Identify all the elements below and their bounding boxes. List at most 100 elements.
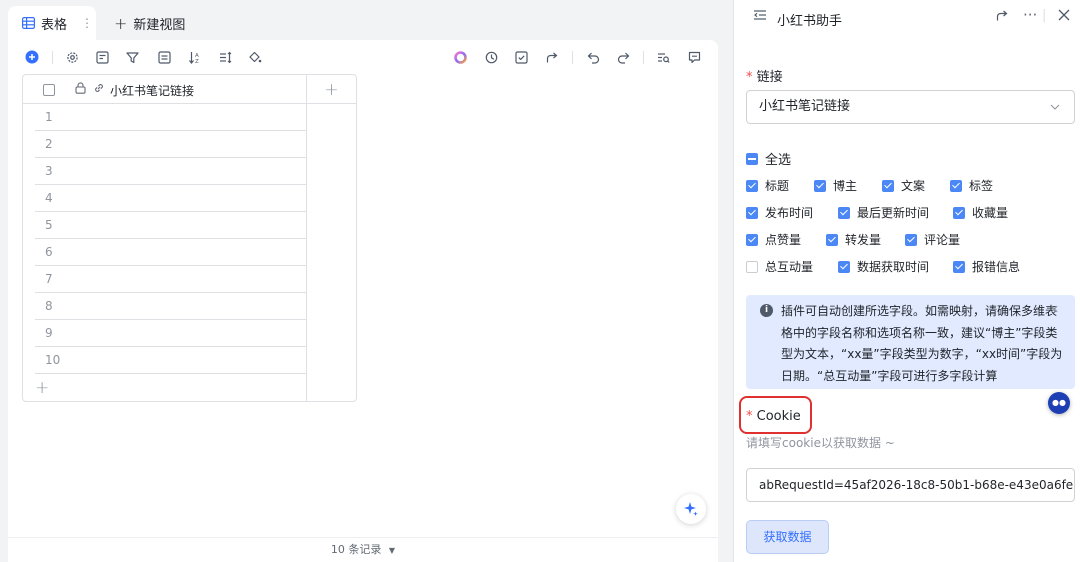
table-row[interactable]: 9 — [35, 320, 306, 347]
table-row[interactable]: 4 — [35, 185, 306, 212]
close-icon[interactable] — [1058, 9, 1070, 25]
new-view-label: 新建视图 — [133, 17, 186, 33]
tab-more-icon[interactable]: ⋮ — [81, 16, 93, 30]
field-icon[interactable] — [93, 48, 111, 66]
row-number: 1 — [45, 110, 53, 124]
row-height-icon[interactable] — [216, 48, 234, 66]
field-checkbox-title[interactable]: 标题 — [746, 177, 789, 194]
fill-color-icon[interactable] — [246, 48, 264, 66]
collapse-icon[interactable] — [753, 9, 767, 25]
assistant-bot-icon[interactable]: ●● — [1048, 392, 1070, 414]
highlight-box — [739, 396, 812, 434]
caret-down-icon: ▼ — [388, 546, 396, 555]
table-row[interactable]: 7 — [35, 266, 306, 293]
sort-icon[interactable]: AZ — [185, 48, 203, 66]
share-icon[interactable] — [996, 9, 1009, 26]
plus-icon: + — [114, 13, 128, 33]
row-number: 10 — [45, 353, 61, 367]
more-icon[interactable]: ··· — [1023, 6, 1037, 24]
filter-icon[interactable] — [123, 48, 141, 66]
add-row-button[interactable]: + — [35, 378, 49, 398]
field-checkbox-publish-time[interactable]: 发布时间 — [746, 204, 813, 221]
row-number: 9 — [45, 326, 53, 340]
lock-icon — [75, 82, 86, 97]
table-row[interactable]: 6 — [35, 239, 306, 266]
field-checkbox-shares[interactable]: 转发量 — [826, 231, 881, 248]
field-checkbox-total-interactions[interactable]: 总互动量 — [746, 258, 813, 275]
column-header-title[interactable]: 小红书笔记链接 — [110, 82, 194, 99]
row-number: 8 — [45, 299, 53, 313]
record-count: 10 条记录 — [330, 543, 382, 556]
ai-assistant-button[interactable] — [676, 494, 706, 524]
info-notice: i 插件可自动创建所选字段。如需映射，请确保多维表 格中的字段名称和选项名称一致… — [746, 295, 1075, 389]
row-number: 3 — [45, 164, 53, 178]
notice-line: 插件可自动创建所选字段。如需映射，请确保多维表 — [781, 304, 1058, 318]
table-row[interactable]: 2 — [35, 131, 306, 158]
row-number: 6 — [45, 245, 53, 259]
field-checkbox-author[interactable]: 博主 — [814, 177, 857, 194]
share-icon[interactable] — [543, 48, 561, 66]
undo-icon[interactable] — [584, 48, 602, 66]
bitable-app: 表格 ⋮ + 新建视图 A Z 小红书笔记链接 + 1 2 3 4 5 6 7 … — [0, 0, 733, 562]
svg-text:Z: Z — [195, 59, 199, 64]
panel-title: 小红书助手 — [777, 14, 843, 29]
select-all-rows-checkbox[interactable] — [43, 84, 55, 96]
column-divider — [306, 75, 307, 401]
chevron-down-icon — [1050, 91, 1060, 123]
notice-line: 格中的字段名称和选项名称一致，建议“博主”字段类 — [781, 325, 1058, 340]
data-grid: 小红书笔记链接 + 1 2 3 4 5 6 7 8 9 10 + — [22, 74, 357, 402]
link-icon — [93, 82, 105, 97]
link-label-text: 链接 — [756, 70, 783, 85]
link-field-select[interactable]: 小红书笔记链接 — [746, 90, 1075, 124]
close-icon[interactable]: ✕ — [1050, 303, 1059, 316]
table-row[interactable]: 10 — [35, 347, 306, 374]
info-icon: i — [760, 304, 773, 317]
field-checkbox-error-info[interactable]: 报错信息 — [953, 258, 1020, 275]
link-field-label: * 链接 — [746, 66, 783, 85]
select-all-checkbox[interactable]: 全选 — [746, 149, 791, 168]
field-checkbox-fetch-time[interactable]: 数据获取时间 — [838, 258, 929, 275]
sparkle-icon — [684, 502, 698, 516]
table-row[interactable]: 1 — [35, 104, 306, 131]
link-select-value: 小红书笔记链接 — [759, 99, 851, 114]
field-checkbox-last-update[interactable]: 最后更新时间 — [838, 204, 929, 221]
notice-line: 日期。“总互动量”字段可进行多字段计算 — [781, 368, 998, 383]
select-all-label: 全选 — [765, 153, 792, 168]
plugin-panel: 小红书助手 ··· | * 链接 小红书笔记链接 全选 标题 博主 文案 标签 … — [733, 0, 1080, 562]
field-checkbox-content[interactable]: 文案 — [882, 177, 925, 194]
add-circle-icon[interactable] — [23, 48, 41, 66]
field-checkbox-favorites[interactable]: 收藏量 — [953, 204, 1008, 221]
tab-table-view[interactable]: 表格 ⋮ — [8, 6, 96, 40]
field-checkbox-comments[interactable]: 评论量 — [905, 231, 960, 248]
row-number: 2 — [45, 137, 53, 151]
table-row[interactable]: 8 — [35, 293, 306, 320]
row-number: 5 — [45, 218, 53, 232]
table-canvas: AZ 小红书笔记链接 + 1 2 3 4 5 6 7 8 9 10 + 10 条… — [8, 40, 718, 562]
task-icon[interactable] — [512, 48, 530, 66]
field-checkbox-likes[interactable]: 点赞量 — [746, 231, 801, 248]
table-row[interactable]: 5 — [35, 212, 306, 239]
field-checkbox-tags[interactable]: 标签 — [950, 177, 993, 194]
search-icon[interactable] — [654, 48, 672, 66]
table-toolbar: AZ — [8, 40, 718, 74]
add-column-button[interactable]: + — [307, 75, 356, 104]
required-mark: * — [746, 70, 757, 85]
cookie-hint: 请填写cookie以获取数据 ~ — [746, 436, 895, 450]
checkbox-partial — [746, 152, 758, 165]
row-number: 4 — [45, 191, 53, 205]
notice-text: 插件可自动创建所选字段。如需映射，请确保多维表 格中的字段名称和选项名称一致，建… — [781, 301, 1063, 387]
row-number: 7 — [45, 272, 53, 286]
tab-table-label: 表格 — [41, 17, 68, 33]
gear-icon[interactable] — [63, 48, 81, 66]
new-view-button[interactable]: + 新建视图 — [96, 6, 185, 40]
history-icon[interactable] — [482, 48, 500, 66]
cookie-input[interactable]: abRequestId=45af2026-18c8-50b1-b68e-e43e… — [746, 468, 1075, 502]
redo-icon[interactable] — [614, 48, 632, 66]
group-icon[interactable] — [155, 48, 173, 66]
record-count-bar[interactable]: 10 条记录 ▼ — [8, 537, 718, 562]
fetch-data-button[interactable]: 获取数据 — [746, 520, 829, 554]
table-row[interactable]: 3 — [35, 158, 306, 185]
notice-line: 型为文本，“xx量”字段类型为数字，“xx时间”字段为 — [781, 347, 1063, 361]
comment-icon[interactable] — [685, 48, 703, 66]
ai-ring-icon[interactable] — [451, 48, 469, 66]
